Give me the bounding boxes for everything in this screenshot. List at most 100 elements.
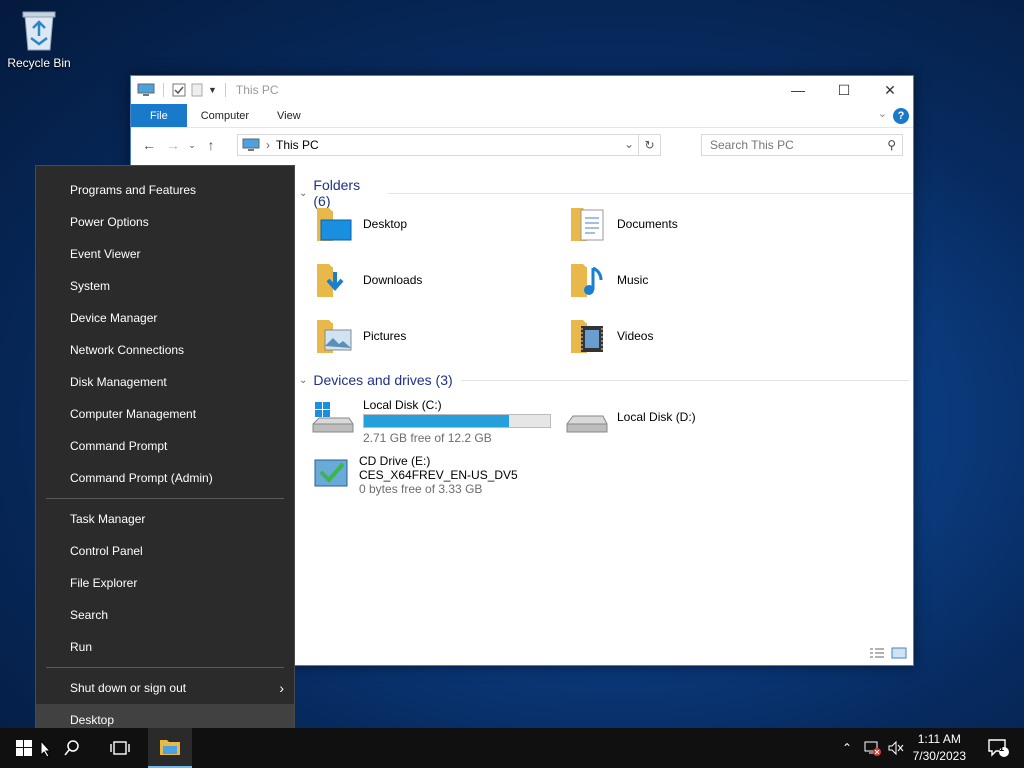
details-view-icon[interactable] [869,647,885,659]
videos-folder-icon [571,320,603,353]
folder-desktop[interactable]: Desktop [315,204,407,244]
recycle-bin-icon [22,11,56,51]
menu-item-device-manager[interactable]: Device Manager [36,302,294,334]
folder-label: Downloads [363,273,423,287]
address-bar[interactable]: › This PC ⌄ ↻ [237,134,661,156]
menu-item-programs-and-features[interactable]: Programs and Features [36,174,294,206]
menu-item-command-prompt[interactable]: Command Prompt [36,430,294,462]
content-pane: ⌄ Folders (6) Desktop Documents Download… [291,171,913,665]
tab-view[interactable]: View [263,104,315,127]
action-center-button[interactable]: 1 [978,728,1018,768]
pictures-folder-icon [317,320,352,353]
menu-item-label: Event Viewer [70,247,141,261]
minimize-button[interactable]: — [775,76,821,104]
tab-file[interactable]: File [131,104,187,127]
folder-documents[interactable]: Documents [569,204,678,244]
menu-separator [46,667,284,668]
drive-free-space: 0 bytes free of 3.33 GB [359,482,483,496]
menu-item-event-viewer[interactable]: Event Viewer [36,238,294,270]
refresh-button[interactable]: ↻ [638,135,660,155]
search-input[interactable]: Search This PC ⚲ [701,134,903,156]
documents-folder-icon [571,208,604,241]
folder-label: Pictures [363,329,407,343]
folder-label: Music [617,273,649,287]
system-clock[interactable]: 1:11 AM 7/30/2023 [913,731,966,765]
search-icon: ⚲ [887,138,896,152]
drive-usage-bar [363,414,551,428]
menu-separator [46,498,284,499]
task-view-button[interactable] [96,728,144,768]
menu-item-computer-management[interactable]: Computer Management [36,398,294,430]
desktop-icon-recycle-bin[interactable]: Recycle Bin [4,8,74,70]
drives-group-header[interactable]: ⌄ Devices and drives (3) [299,372,909,388]
folder-videos[interactable]: Videos [569,316,653,356]
address-dropdown-icon[interactable]: ⌄ [624,137,634,151]
mouse-cursor-icon [40,740,52,758]
up-button[interactable]: ↑ [199,137,223,153]
search-taskbar-button[interactable] [48,728,96,768]
clock-date: 7/30/2023 [912,749,966,763]
music-folder-icon [571,264,603,297]
breadcrumb[interactable]: This PC [276,138,319,152]
recent-locations-icon[interactable]: ⌄ [185,140,199,151]
tab-computer[interactable]: Computer [187,104,263,127]
drive-name: CD Drive (E:) [359,454,431,468]
menu-item-system[interactable]: System [36,270,294,302]
close-button[interactable]: ✕ [867,76,913,104]
drive-name: Local Disk (C:) [363,398,442,412]
expand-ribbon-icon[interactable]: ⌄ [878,107,887,120]
search-icon [64,740,79,756]
this-pc-icon [242,138,260,151]
drive-c[interactable]: Local Disk (C:) 2.71 GB free of 12.2 GB [311,398,551,445]
file-explorer-icon [160,740,180,755]
menu-item-power-options[interactable]: Power Options [36,206,294,238]
menu-item-label: System [70,279,111,293]
menu-item-task-manager[interactable]: Task Manager [36,503,294,535]
drive-d[interactable]: Local Disk (D:) [565,406,696,436]
show-hidden-icons-button[interactable]: ⌃ [836,728,858,768]
back-button[interactable]: ← [137,137,161,153]
menu-item-label: File Explorer [70,576,138,590]
folder-pictures[interactable]: Pictures [315,316,406,356]
menu-item-label: Control Panel [70,544,143,558]
power-user-menu: Programs and Features Power Options Event … [35,165,295,745]
submenu-arrow-icon: › [279,680,284,696]
menu-item-control-panel[interactable]: Control Panel [36,535,294,567]
drive-volume-label: CES_X64FREV_EN-US_DV5 [359,468,518,482]
menu-item-label: Power Options [70,215,149,229]
file-explorer-taskbar-button[interactable] [148,728,192,768]
menu-item-label: Task Manager [70,512,146,526]
menu-item-file-explorer[interactable]: File Explorer [36,567,294,599]
large-icons-view-icon[interactable] [891,647,907,659]
maximize-button[interactable]: ☐ [821,76,867,104]
notification-count: 1 [999,743,1005,753]
menu-item-search[interactable]: Search [36,599,294,631]
title-bar[interactable]: ▼ This PC — ☐ ✕ [131,76,913,104]
drive-usage-fill [364,415,510,427]
menu-item-label: Network Connections [70,343,185,357]
drive-free-space: 2.71 GB free of 12.2 GB [363,431,492,445]
menu-item-disk-management[interactable]: Disk Management [36,366,294,398]
folder-downloads[interactable]: Downloads [315,260,422,300]
search-placeholder: Search This PC [710,138,794,152]
taskbar: ⌃ 1:11 AM 7/30/2023 1 [0,728,1024,768]
drives-header-label: Devices and drives (3) [313,372,453,388]
forward-button[interactable]: → [161,137,185,153]
volume-tray-button[interactable] [884,728,908,768]
folder-music[interactable]: Music [569,260,648,300]
help-icon[interactable]: ? [893,108,909,124]
breadcrumb-chevron-icon: › [266,138,270,152]
new-folder-icon[interactable] [190,83,204,97]
notification-icon [988,739,1009,757]
menu-item-shut-down-or-sign-out[interactable]: Shut down or sign out › [36,672,294,704]
menu-item-network-connections[interactable]: Network Connections [36,334,294,366]
menu-item-command-prompt-admin[interactable]: Command Prompt (Admin) [36,462,294,494]
customize-quick-access-icon[interactable]: ▼ [208,85,217,95]
menu-item-label: Shut down or sign out [70,681,187,695]
folder-label: Videos [617,329,654,343]
windows-logo-icon [16,740,32,756]
menu-item-run[interactable]: Run [36,631,294,663]
properties-icon[interactable] [172,83,186,97]
drive-e[interactable]: CD Drive (E:) CES_X64FREV_EN-US_DV5 0 by… [311,454,518,496]
network-tray-button[interactable] [860,728,884,768]
